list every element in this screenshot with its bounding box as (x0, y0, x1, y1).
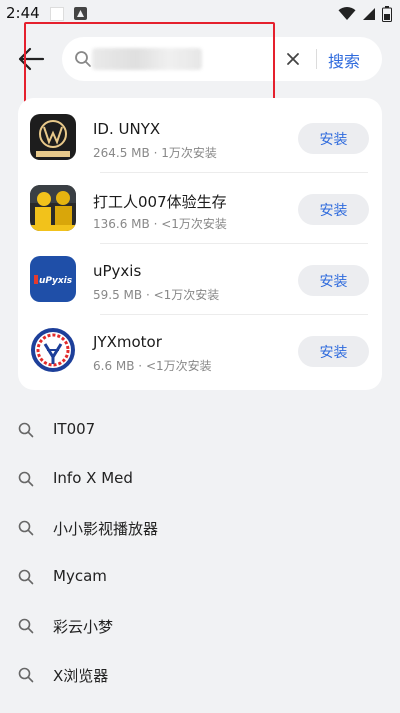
app-notification-icon (74, 7, 87, 20)
app-name: JYXmotor (93, 333, 162, 351)
search-icon (18, 667, 34, 683)
search-icon (18, 422, 34, 438)
app-meta: 59.5 MB · <1万次安装 (93, 288, 220, 302)
worker-game-icon (30, 185, 76, 231)
search-icon (18, 569, 34, 585)
app-meta: 264.5 MB · 1万次安装 (93, 146, 217, 160)
app-row[interactable]: ID. UNYX 264.5 MB · 1万次安装 安装 (18, 102, 382, 173)
history-item[interactable]: X浏览器 (0, 655, 400, 695)
signal-icon (363, 8, 375, 20)
history-label: 小小影视播放器 (53, 520, 159, 538)
search-icon (18, 520, 34, 536)
history-label: Mycam (53, 567, 107, 585)
status-icons (338, 6, 392, 22)
search-divider (316, 49, 317, 69)
app-row[interactable]: 打工人007体验生存 136.6 MB · <1万次安装 安装 (18, 173, 382, 244)
search-icon (18, 471, 34, 487)
history-item[interactable]: Info X Med (0, 459, 400, 499)
clear-button[interactable] (282, 48, 304, 70)
app-row[interactable]: JYXmotor 6.6 MB · <1万次安装 安装 (18, 315, 382, 386)
history-label: IT007 (53, 420, 96, 438)
app-meta: 6.6 MB · <1万次安装 (93, 359, 212, 373)
app-name: uPyxis (93, 262, 142, 280)
history-item[interactable]: 小小影视播放器 (0, 508, 400, 548)
notification-icon (50, 7, 64, 21)
history-label: 彩云小梦 (53, 618, 114, 636)
history-item[interactable]: 彩云小梦 (0, 606, 400, 646)
history-item[interactable]: Mycam (0, 557, 400, 597)
history-item[interactable]: IT007 (0, 410, 400, 450)
highlight-box (24, 22, 275, 109)
install-button[interactable]: 安装 (298, 336, 369, 367)
install-button[interactable]: 安装 (298, 265, 369, 296)
history-label: X浏览器 (53, 667, 109, 685)
app-results-card: ID. UNYX 264.5 MB · 1万次安装 安装 打工人007体验生存 … (18, 98, 382, 390)
status-time: 2:44 (6, 4, 40, 22)
search-icon (18, 618, 34, 634)
install-button[interactable]: 安装 (298, 123, 369, 154)
close-icon (287, 53, 299, 65)
app-meta: 136.6 MB · <1万次安装 (93, 217, 227, 231)
upyxis-logo-icon: uPyxis (30, 256, 76, 302)
jyxmotor-logo-icon (30, 327, 76, 373)
battery-icon (382, 6, 392, 22)
wifi-icon (338, 7, 356, 20)
app-row[interactable]: uPyxis uPyxis 59.5 MB · <1万次安装 安装 (18, 244, 382, 315)
history-label: Info X Med (53, 469, 133, 487)
app-name: 打工人007体验生存 (93, 193, 227, 211)
search-button[interactable]: 搜索 (328, 48, 360, 72)
svg-text:uPyxis: uPyxis (39, 276, 73, 286)
id-unyx-logo-icon (30, 114, 76, 160)
app-name: ID. UNYX (93, 120, 161, 138)
install-button[interactable]: 安装 (298, 194, 369, 225)
